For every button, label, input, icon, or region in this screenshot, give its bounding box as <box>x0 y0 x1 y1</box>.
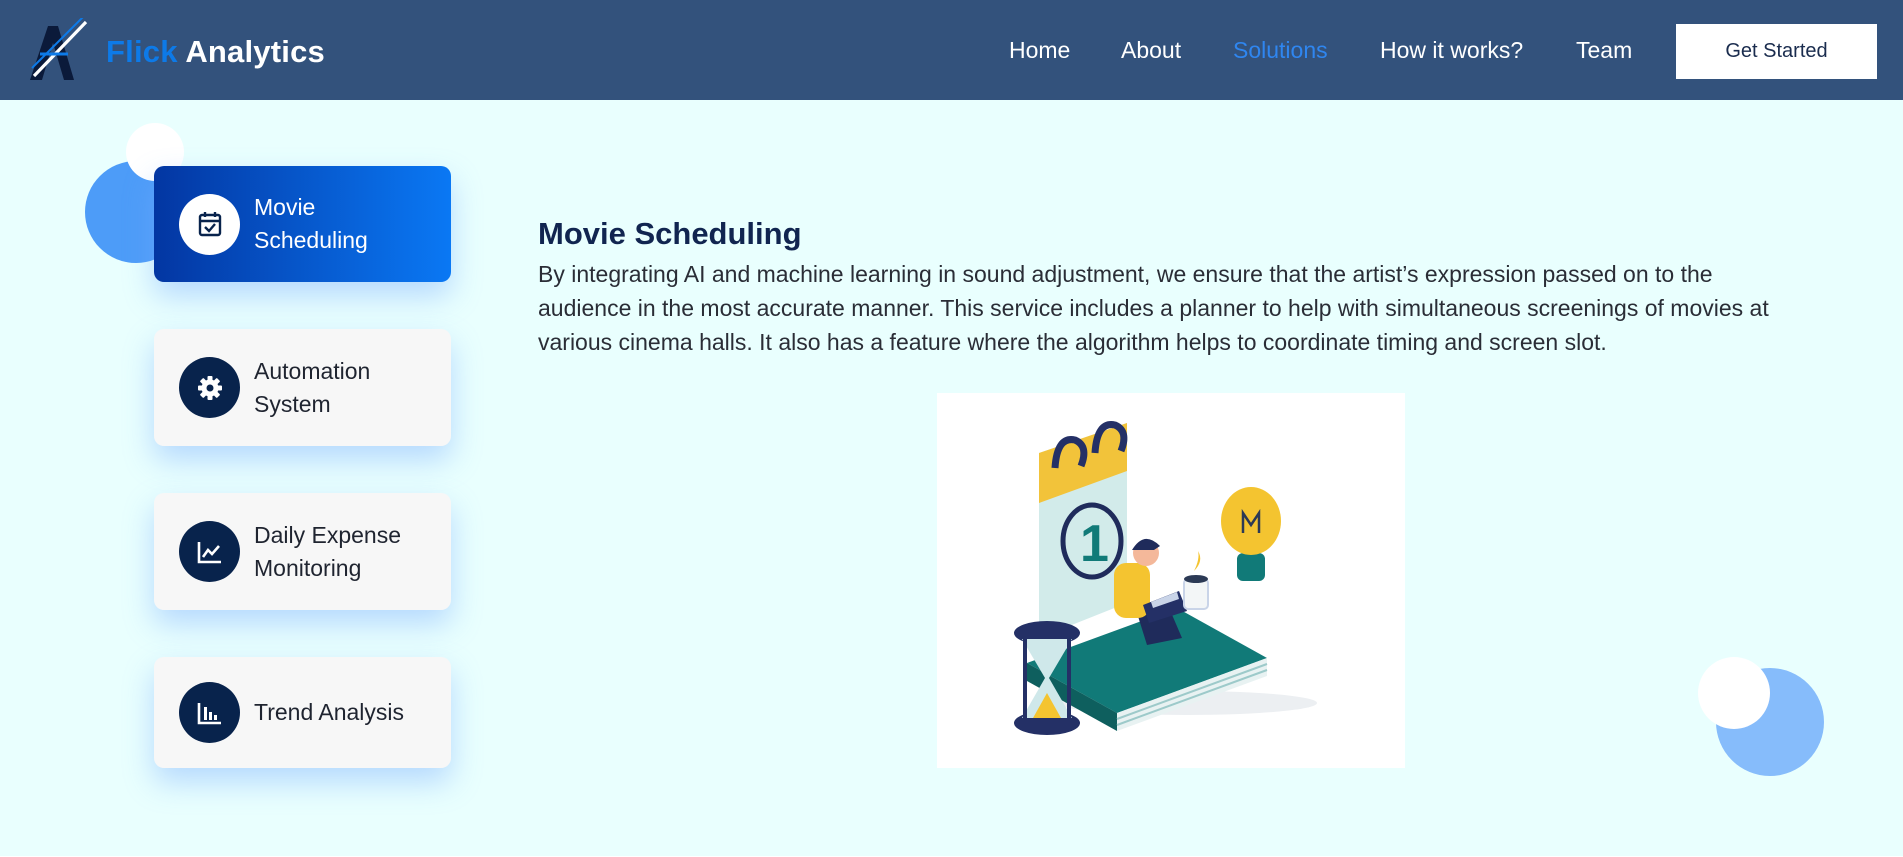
brand-part-analytics: Analytics <box>185 34 325 69</box>
bar-chart-icon <box>179 682 240 743</box>
service-card-automation-system[interactable]: Automation System <box>154 329 451 446</box>
service-card-daily-expense-monitoring[interactable]: Daily Expense Monitoring <box>154 493 451 610</box>
content-description: By integrating AI and machine learning i… <box>538 261 1769 355</box>
service-card-label: Automation System <box>254 357 371 417</box>
scheduling-illustration: 1 <box>937 393 1405 768</box>
brand-name[interactable]: Flick Analytics <box>106 34 325 70</box>
service-card-label: Movie Scheduling <box>254 194 368 253</box>
service-card-label: Daily Expense Monitoring <box>254 521 402 581</box>
get-started-button[interactable]: Get Started <box>1676 24 1877 79</box>
service-card-trend-analysis[interactable]: Trend Analysis <box>154 657 451 768</box>
logo[interactable] <box>28 18 90 82</box>
nav-about[interactable]: About <box>1121 37 1181 64</box>
brand-part-flick: Flick <box>106 34 178 69</box>
service-card-movie-scheduling[interactable]: Movie Scheduling <box>154 166 451 282</box>
content-title: Movie Scheduling <box>538 216 802 251</box>
svg-text:1: 1 <box>1080 515 1109 573</box>
nav-solutions[interactable]: Solutions <box>1233 37 1328 64</box>
nav-team[interactable]: Team <box>1576 37 1632 64</box>
logo-icon <box>30 18 88 80</box>
line-chart-icon <box>179 521 240 582</box>
calendar-check-icon <box>179 193 240 255</box>
solutions-section: Movie Scheduling Automation System Daily… <box>0 100 1903 856</box>
navbar: Flick Analytics Home About Solutions How… <box>0 0 1903 100</box>
decor-circle-white-right <box>1698 657 1770 729</box>
nav-how-it-works[interactable]: How it works? <box>1380 37 1523 64</box>
gear-icon <box>179 357 240 418</box>
nav-home[interactable]: Home <box>1009 37 1070 64</box>
service-card-label: Trend Analysis <box>254 699 404 725</box>
